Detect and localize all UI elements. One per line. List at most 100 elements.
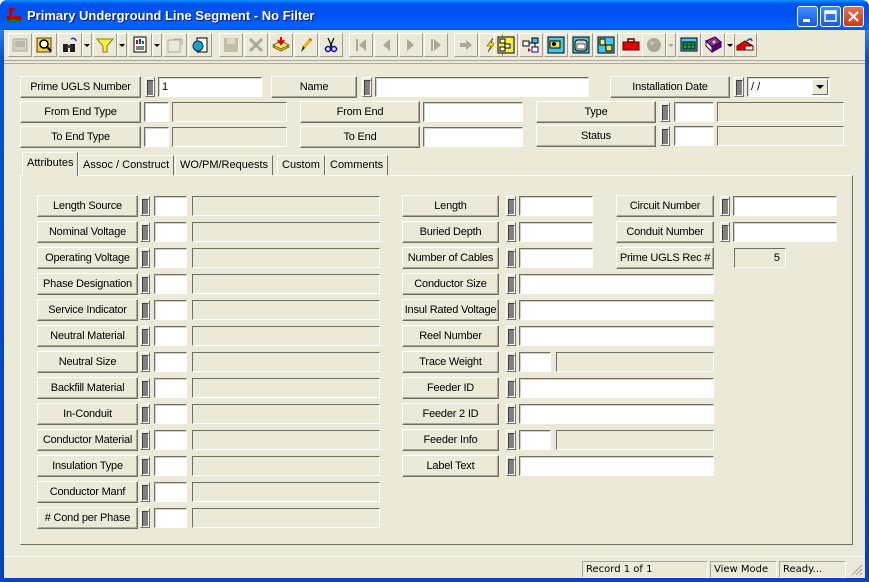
toolbar-map-button[interactable] <box>544 33 568 57</box>
number-of-cables-input[interactable] <box>519 248 593 268</box>
toolbar-toolbox-button[interactable] <box>619 33 643 57</box>
toolbar-first-record-button[interactable] <box>349 33 373 57</box>
buried-depth-label-button[interactable]: Buried Depth <box>402 221 499 243</box>
operating-voltage-code-input[interactable] <box>154 248 187 268</box>
conductor-manf-code-input[interactable] <box>154 482 187 502</box>
circuit-number-label-button[interactable]: Circuit Number <box>616 195 714 217</box>
length-source-code-input[interactable] <box>154 196 187 216</box>
conductor-size-label-button[interactable]: Conductor Size <box>402 273 499 295</box>
neutral-material-label-button[interactable]: Neutral Material <box>37 325 138 347</box>
name-input[interactable] <box>375 77 589 97</box>
feeder-2-id-label-button[interactable]: Feeder 2 ID <box>402 403 499 425</box>
toolbar-grid-view-button[interactable] <box>8 33 32 57</box>
toolbar-new-record-button[interactable] <box>269 33 293 57</box>
type-label-button[interactable]: Type <box>536 101 656 123</box>
length-source-label-button[interactable]: Length Source <box>37 195 138 217</box>
to-end-label-button[interactable]: To End <box>300 126 420 148</box>
toolbar-cut-button[interactable] <box>319 33 343 57</box>
feeder-info-code-input[interactable] <box>519 430 551 450</box>
feeder-info-label-button[interactable]: Feeder Info <box>402 429 499 451</box>
tab-assoc-construct[interactable]: Assoc / Construct <box>78 155 175 175</box>
from-end-type-code-input[interactable] <box>144 102 169 122</box>
toolbar-filter-dropdown[interactable] <box>117 33 127 57</box>
backfill-material-label-button[interactable]: Backfill Material <box>37 377 138 399</box>
tab-wo-pm-requests[interactable]: WO/PM/Requests <box>175 155 274 175</box>
toolbar-export-button[interactable] <box>188 33 212 57</box>
close-button[interactable] <box>843 6 864 27</box>
toolbar-save-button[interactable] <box>219 33 243 57</box>
trace-weight-code-input[interactable] <box>519 352 551 372</box>
installation-date-dropdown-button[interactable] <box>812 79 828 95</box>
title-bar[interactable]: Primary Underground Line Segment - No Fi… <box>0 0 869 30</box>
prime-ugls-rec-label-button[interactable]: Prime UGLS Rec # <box>616 247 714 269</box>
label-text-label-button[interactable]: Label Text <box>402 455 499 477</box>
toolbar-hierarchy-button[interactable] <box>494 33 518 57</box>
trace-weight-label-button[interactable]: Trace Weight <box>402 351 499 373</box>
nominal-voltage-label-button[interactable]: Nominal Voltage <box>37 221 138 243</box>
to-end-type-label-button[interactable]: To End Type <box>20 126 141 148</box>
buried-depth-input[interactable] <box>519 222 593 242</box>
service-indicator-label-button[interactable]: Service Indicator <box>37 299 138 321</box>
toolbar-filter-button[interactable] <box>93 33 117 57</box>
prime-ugls-number-label-button[interactable]: Prime UGLS Number <box>20 76 141 98</box>
backfill-material-code-input[interactable] <box>154 378 187 398</box>
maximize-button[interactable] <box>820 6 841 27</box>
insul-rated-voltage-label-button[interactable]: Insul Rated Voltage <box>402 299 499 321</box>
phase-designation-label-button[interactable]: Phase Designation <box>37 273 138 295</box>
toolbar-report-button[interactable] <box>128 33 152 57</box>
toolbar-next-record-button[interactable] <box>399 33 423 57</box>
toolbar-drawing-button[interactable] <box>594 33 618 57</box>
feeder-id-input[interactable] <box>519 378 714 398</box>
tab-custom[interactable]: Custom <box>277 155 325 175</box>
toolbar-calculator-button[interactable] <box>569 33 593 57</box>
minimize-button[interactable] <box>797 6 818 27</box>
installation-date-picker[interactable]: / / <box>747 77 830 97</box>
to-end-input[interactable] <box>423 127 523 147</box>
reel-number-label-button[interactable]: Reel Number <box>402 325 499 347</box>
toolbar-last-record-button[interactable] <box>424 33 448 57</box>
reel-number-input[interactable] <box>519 326 714 346</box>
toolbar-properties-button[interactable] <box>163 33 187 57</box>
cond-per-phase-label-button[interactable]: # Cond per Phase <box>37 507 138 529</box>
in-conduit-code-input[interactable] <box>154 404 187 424</box>
toolbar-spreadsheet-button[interactable] <box>677 33 701 57</box>
neutral-material-code-input[interactable] <box>154 326 187 346</box>
from-end-input[interactable] <box>423 102 523 122</box>
phase-designation-code-input[interactable] <box>154 274 187 294</box>
to-end-type-code-input[interactable] <box>144 127 169 147</box>
status-label-button[interactable]: Status <box>536 125 656 147</box>
conductor-material-code-input[interactable] <box>154 430 187 450</box>
conduit-number-label-button[interactable]: Conduit Number <box>616 221 714 243</box>
resize-grip-icon[interactable] <box>851 564 863 576</box>
toolbar-delete-button[interactable] <box>244 33 268 57</box>
label-text-input[interactable] <box>519 456 714 476</box>
insulation-type-code-input[interactable] <box>154 456 187 476</box>
type-code-input[interactable] <box>674 102 714 122</box>
toolbar-find-dropdown[interactable] <box>82 33 92 57</box>
operating-voltage-label-button[interactable]: Operating Voltage <box>37 247 138 269</box>
number-of-cables-label-button[interactable]: Number of Cables <box>402 247 499 269</box>
toolbar-go-to-button[interactable] <box>454 33 478 57</box>
toolbar-edit-button[interactable] <box>294 33 318 57</box>
length-input[interactable] <box>519 196 593 216</box>
toolbar-relations-button[interactable] <box>519 33 543 57</box>
conductor-size-input[interactable] <box>519 274 714 294</box>
conduit-number-input[interactable] <box>733 222 837 242</box>
toolbar-globe-dropdown[interactable] <box>666 33 676 57</box>
in-conduit-label-button[interactable]: In-Conduit <box>37 403 138 425</box>
feeder-2-id-input[interactable] <box>519 404 714 424</box>
insul-rated-voltage-input[interactable] <box>519 300 714 320</box>
name-label-button[interactable]: Name <box>271 76 357 98</box>
insulation-type-label-button[interactable]: Insulation Type <box>37 455 138 477</box>
status-code-input[interactable] <box>674 126 714 146</box>
toolbar-previous-record-button[interactable] <box>374 33 398 57</box>
toolbar-search-button[interactable] <box>33 33 57 57</box>
length-label-button[interactable]: Length <box>402 195 499 217</box>
toolbar-globe-button[interactable] <box>642 33 666 57</box>
toolbar-exit-button[interactable] <box>733 33 757 57</box>
toolbar-help-book-button[interactable] <box>701 33 725 57</box>
toolbar-find-button[interactable] <box>58 33 82 57</box>
prime-ugls-number-input[interactable]: 1 <box>158 77 262 97</box>
from-end-label-button[interactable]: From End <box>300 101 420 123</box>
installation-date-label-button[interactable]: Installation Date <box>610 76 730 98</box>
